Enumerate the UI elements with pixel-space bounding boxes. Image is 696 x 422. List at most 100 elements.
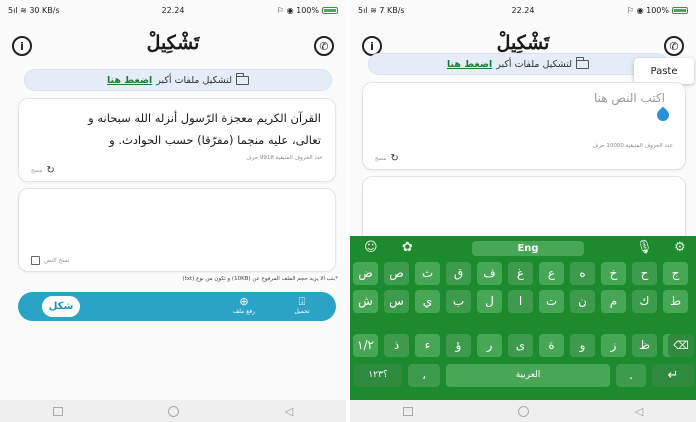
click-here-link[interactable]: اضغط هنا [447, 59, 492, 70]
key-row1-10[interactable]: ج [663, 262, 688, 285]
banner-text: لتشكيل ملفات أكبر [156, 74, 233, 86]
bottom-action-bar: شكل ⊕ رفع ملف ⍗ تحميل [18, 292, 336, 321]
key-row2-3[interactable]: ب [446, 290, 471, 313]
folder-icon [575, 56, 590, 69]
tashkeel-button[interactable]: شكل [42, 296, 80, 317]
recents-icon[interactable] [402, 406, 413, 416]
key-row2-5[interactable]: ا [508, 290, 533, 313]
key-row3-3[interactable]: ؤ [446, 334, 471, 357]
download-icon: ⍗ [298, 295, 306, 308]
system-nav-bar: ◁ [0, 400, 346, 422]
download-button[interactable]: ⍗ تحميل [282, 295, 322, 315]
key-row1-6[interactable]: ع [539, 262, 564, 285]
key-row3-2[interactable]: ء [415, 334, 440, 357]
left-phone-screen: 5ıl ≋ 30 KB/s 22.24 ⚐ ◉ 100% i تَشْكِيلْ… [0, 0, 346, 422]
copy-icon [31, 256, 40, 265]
refresh-icon: ↻ [46, 165, 55, 176]
app-title: تَشْكِيلْ [496, 32, 550, 54]
upload-label: رفع ملف [232, 308, 256, 315]
folder-icon [235, 72, 250, 85]
banner-text: لتشكيل ملفات أكبر [496, 58, 573, 70]
input-line-1: القرآن الكريم معجزة الرّسول أنزله الله س… [88, 111, 321, 125]
key-row3-1[interactable]: ذ [384, 334, 409, 357]
key-row1-3[interactable]: ق [446, 262, 471, 285]
input-text[interactable]: القرآن الكريم معجزة الرّسول أنزله الله س… [31, 107, 321, 151]
key-row2-9[interactable]: ك [632, 290, 657, 313]
backspace-icon[interactable]: ⌫ [668, 334, 694, 357]
key-row3-9[interactable]: ظ [632, 334, 657, 357]
keyboard-row-2: شسيبلاتنمكط [350, 290, 696, 314]
battery-icon [672, 7, 688, 14]
key-row1-2[interactable]: ث [415, 262, 440, 285]
recents-icon[interactable] [52, 406, 63, 416]
battery-status: ⚐ ◉ 100% [277, 6, 338, 15]
key-row1-5[interactable]: غ [508, 262, 533, 285]
key-row2-4[interactable]: ل [477, 290, 502, 313]
key-row3-4[interactable]: ر [477, 334, 502, 357]
clear-button[interactable]: مسح ↻ [375, 153, 399, 164]
large-file-banner[interactable]: اضغط هنا لتشكيل ملفات أكبر [368, 53, 668, 75]
microphone-icon[interactable]: 🎙 [636, 240, 653, 255]
output-text-card[interactable]: نسخ النص [18, 188, 336, 272]
symbols-key[interactable]: ؟١٢٣ [354, 364, 402, 387]
key-row3-7[interactable]: و [570, 334, 595, 357]
key-row2-1[interactable]: س [384, 290, 409, 313]
copy-label: نسخ النص [44, 257, 70, 264]
home-icon[interactable] [168, 405, 180, 417]
space-key[interactable]: العربية [446, 364, 610, 387]
text-cursor-handle-icon[interactable] [654, 106, 672, 124]
input-text-card[interactable]: القرآن الكريم معجزة الرّسول أنزله الله س… [18, 98, 336, 182]
home-icon[interactable] [518, 405, 530, 417]
input-placeholder[interactable]: اكتب النص هنا [594, 91, 665, 105]
remaining-chars-counter: عدد الحروف المتبقية 9918 حرف [246, 155, 323, 161]
phone-icon[interactable]: ✆ [664, 36, 684, 56]
key-row1-9[interactable]: ح [632, 262, 657, 285]
key-row2-6[interactable]: ت [539, 290, 564, 313]
battery-status: ⚐ ◉ 100% [627, 6, 688, 15]
refresh-icon: ↻ [390, 153, 399, 164]
key-row2-2[interactable]: ي [415, 290, 440, 313]
keyboard-toolbar: ☺ ✿ Eng 🎙 ⚙ [350, 238, 696, 258]
key-row3-8[interactable]: ز [601, 334, 626, 357]
key-row3-0[interactable]: ١/٢ [353, 334, 378, 357]
paste-menu-item[interactable]: Paste [634, 58, 694, 84]
settings-gear-icon[interactable]: ⚙ [674, 240, 686, 255]
keyboard-row-4: ؟١٢٣ ، العربية . ↵ [350, 364, 696, 388]
palette-icon[interactable]: ✿ [402, 240, 413, 255]
plus-circle-icon: ⊕ [239, 295, 249, 308]
screenshot-root: 5ıl ≋ 30 KB/s 22.24 ⚐ ◉ 100% i تَشْكِيلْ… [0, 0, 696, 422]
status-bar: 5ıl ≋ 7 KB/s 22.24 ⚐ ◉ 100% [350, 6, 696, 20]
key-row1-0[interactable]: ض [353, 262, 378, 285]
clear-button[interactable]: مسح ↻ [31, 165, 55, 176]
input-line-2: تعالى، عليه منجما (مفرّقا) حسب الحوادث. … [109, 133, 321, 147]
keyboard-row-1: ضصثقفغعهخحج [350, 262, 696, 286]
key-row3-6[interactable]: ة [539, 334, 564, 357]
key-row3-5[interactable]: ى [508, 334, 533, 357]
key-row1-1[interactable]: ص [384, 262, 409, 285]
key-row2-0[interactable]: ش [353, 290, 378, 313]
large-file-banner[interactable]: اضغط هنا لتشكيل ملفات أكبر [24, 69, 332, 91]
status-bar: 5ıl ≋ 30 KB/s 22.24 ⚐ ◉ 100% [0, 6, 346, 20]
remaining-chars-counter: عدد الحروف المتبقية 10000 حرف [592, 143, 674, 149]
file-size-note: *بنب الا يزيد حجم الملف المرفوع عن (10KB… [182, 276, 338, 282]
comma-key[interactable]: ، [408, 364, 440, 387]
emoji-icon[interactable]: ☺ [364, 240, 378, 255]
key-row1-7[interactable]: ه [570, 262, 595, 285]
key-row2-10[interactable]: ط [663, 290, 688, 313]
upload-file-button[interactable]: ⊕ رفع ملف [224, 295, 264, 315]
key-row1-4[interactable]: ف [477, 262, 502, 285]
key-row1-8[interactable]: خ [601, 262, 626, 285]
click-here-link[interactable]: اضغط هنا [107, 75, 152, 86]
input-text-card[interactable]: اكتب النص هنا عدد الحروف المتبقية 10000 … [362, 82, 686, 170]
key-row2-7[interactable]: ن [570, 290, 595, 313]
enter-key-icon[interactable]: ↵ [652, 364, 694, 387]
system-nav-bar: ◁ [350, 400, 696, 422]
key-row2-8[interactable]: م [601, 290, 626, 313]
copy-button[interactable]: نسخ النص [31, 256, 69, 265]
app-bar: i تَشْكِيلْ ✆ [0, 26, 346, 62]
language-switch-button[interactable]: Eng [472, 241, 584, 256]
back-icon[interactable]: ◁ [285, 405, 293, 418]
phone-icon[interactable]: ✆ [314, 36, 334, 56]
back-icon[interactable]: ◁ [635, 405, 643, 418]
period-key[interactable]: . [616, 364, 646, 387]
